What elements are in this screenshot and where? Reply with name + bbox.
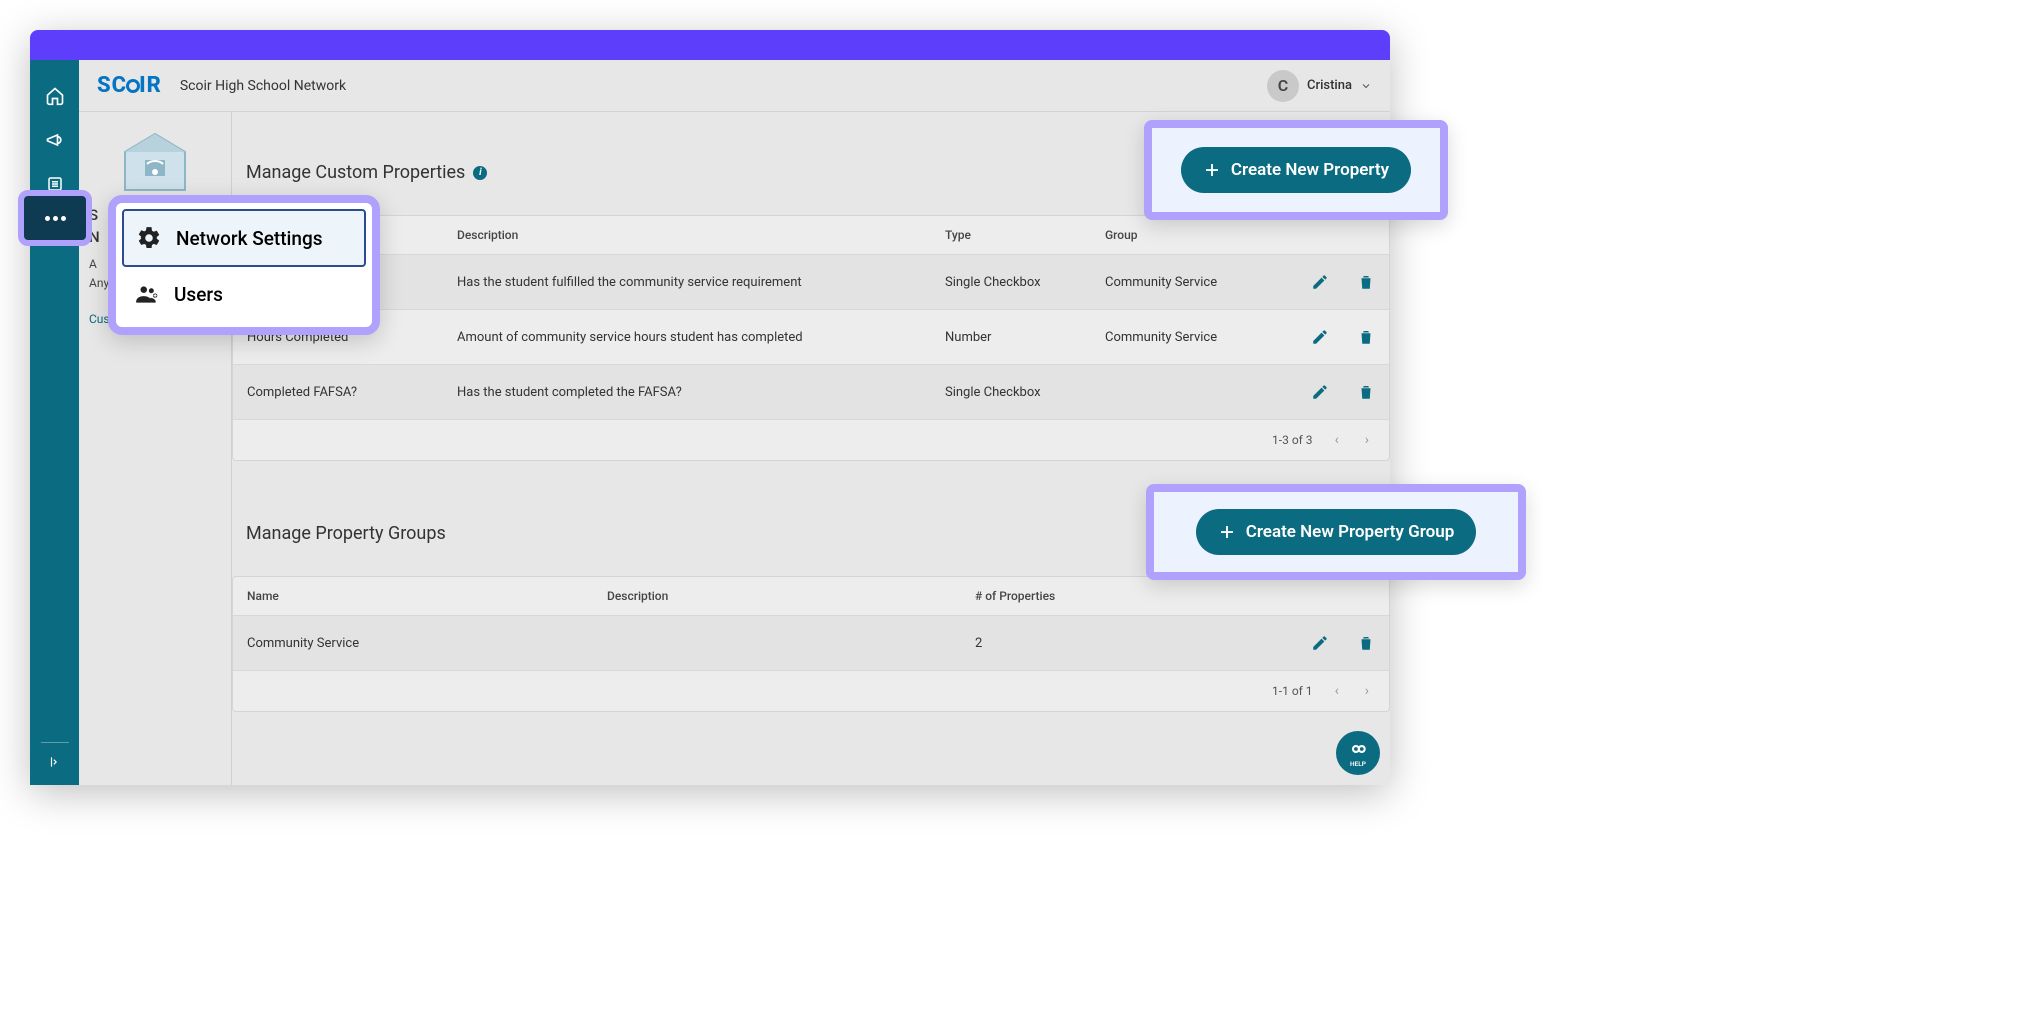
avatar: C xyxy=(1267,70,1299,102)
more-menu-button[interactable] xyxy=(18,190,92,246)
cell-desc: Has the student fulfilled the community … xyxy=(457,275,945,290)
more-icon xyxy=(45,216,66,221)
school-icon xyxy=(115,130,195,196)
prev-page-icon[interactable]: ‹ xyxy=(1331,430,1343,450)
prev-page-icon[interactable]: ‹ xyxy=(1331,681,1343,701)
delete-icon[interactable] xyxy=(1357,273,1375,291)
cell-name: Completed FAFSA? xyxy=(247,385,457,400)
menu-label: Network Settings xyxy=(176,227,323,250)
cell-type: Single Checkbox xyxy=(945,275,1105,290)
create-group-callout: Create New Property Group xyxy=(1146,484,1526,580)
table-row: Completed FAFSA? Has the student complet… xyxy=(233,364,1389,419)
help-button[interactable]: HELP xyxy=(1336,731,1380,775)
edit-icon[interactable] xyxy=(1311,634,1329,652)
groups-table: Name Description # of Properties Communi… xyxy=(232,576,1390,712)
cell-name: Community Service xyxy=(247,636,607,651)
col-header-desc: Description xyxy=(607,589,975,603)
cell-group: Community Service xyxy=(1105,275,1275,290)
edit-icon[interactable] xyxy=(1311,273,1329,291)
user-name-label: Cristina xyxy=(1307,78,1352,93)
cell-type: Single Checkbox xyxy=(945,385,1105,400)
nav-divider xyxy=(41,742,69,743)
plus-icon xyxy=(1218,523,1236,541)
users-icon xyxy=(134,281,160,307)
properties-section-title: Manage Custom Properties i xyxy=(246,162,487,183)
col-header-name: Name xyxy=(247,589,607,603)
button-label: Create New Property xyxy=(1231,160,1389,180)
col-header-type: Type xyxy=(945,228,1105,242)
groups-title-text: Manage Property Groups xyxy=(246,523,446,544)
pagination-label: 1-3 of 3 xyxy=(1272,433,1313,447)
table-row: Hours Completed Amount of community serv… xyxy=(233,309,1389,364)
create-property-callout: Create New Property xyxy=(1144,120,1448,220)
top-header: SCIR Scoir High School Network C Cristin… xyxy=(79,60,1390,112)
menu-item-users[interactable]: Users xyxy=(122,267,366,321)
create-group-button-highlight[interactable]: Create New Property Group xyxy=(1196,509,1477,555)
cell-type: Number xyxy=(945,330,1105,345)
properties-table: Name Description Type Group Has the stud… xyxy=(232,215,1390,461)
window-titlebar xyxy=(30,30,1390,60)
infinity-icon xyxy=(1348,739,1368,759)
expand-sidebar-icon[interactable] xyxy=(42,749,68,775)
delete-icon[interactable] xyxy=(1357,634,1375,652)
megaphone-icon[interactable] xyxy=(42,127,68,153)
cell-count: 2 xyxy=(975,636,1275,651)
cell-desc: Has the student completed the FAFSA? xyxy=(457,385,945,400)
button-label: Create New Property Group xyxy=(1246,522,1455,542)
home-icon[interactable] xyxy=(42,83,68,109)
table-row: Has the student fulfilled the community … xyxy=(233,254,1389,309)
delete-icon[interactable] xyxy=(1357,383,1375,401)
next-page-icon[interactable]: › xyxy=(1361,681,1373,701)
network-name: Scoir High School Network xyxy=(180,78,346,94)
next-page-icon[interactable]: › xyxy=(1361,430,1373,450)
plus-icon xyxy=(1203,161,1221,179)
info-icon[interactable]: i xyxy=(473,166,487,180)
chevron-down-icon xyxy=(1360,80,1372,92)
groups-section-title: Manage Property Groups xyxy=(246,523,446,544)
cell-desc: Amount of community service hours studen… xyxy=(457,330,945,345)
col-header-desc: Description xyxy=(457,228,945,242)
user-menu[interactable]: C Cristina xyxy=(1267,70,1372,102)
menu-item-network-settings[interactable]: Network Settings xyxy=(122,209,366,267)
gear-icon xyxy=(136,225,162,251)
col-header-count: # of Properties xyxy=(975,589,1275,603)
cell-group: Community Service xyxy=(1105,330,1275,345)
logo: SCIR xyxy=(97,73,162,98)
nav-rail xyxy=(30,60,79,785)
pagination-label: 1-1 of 1 xyxy=(1272,684,1313,698)
col-header-group: Group xyxy=(1105,228,1275,242)
edit-icon[interactable] xyxy=(1311,383,1329,401)
more-menu-popup: Network Settings Users xyxy=(108,195,380,335)
delete-icon[interactable] xyxy=(1357,328,1375,346)
create-property-button-highlight[interactable]: Create New Property xyxy=(1181,147,1411,193)
help-label: HELP xyxy=(1350,760,1366,768)
properties-title-text: Manage Custom Properties xyxy=(246,162,465,183)
edit-icon[interactable] xyxy=(1311,328,1329,346)
menu-label: Users xyxy=(174,283,223,306)
table-row: Community Service 2 xyxy=(233,615,1389,670)
